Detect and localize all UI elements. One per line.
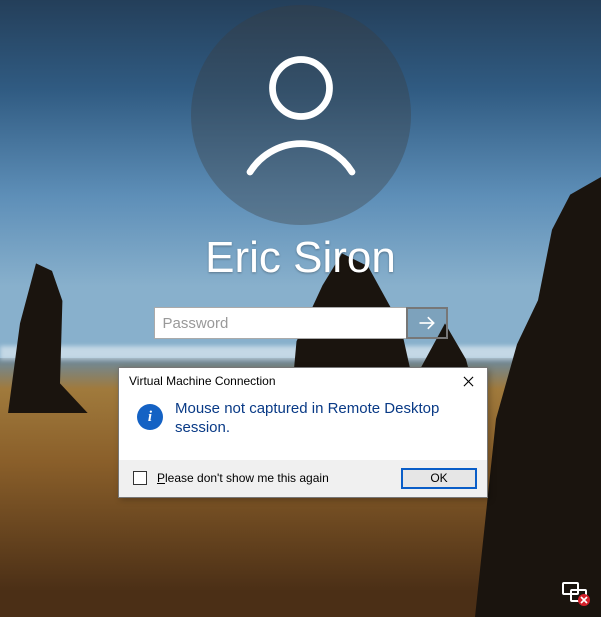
info-icon: i xyxy=(137,404,163,430)
close-icon xyxy=(463,376,474,387)
user-icon xyxy=(226,40,376,190)
password-input[interactable] xyxy=(154,307,406,339)
dont-show-checkbox[interactable] xyxy=(133,471,147,485)
password-row xyxy=(154,307,448,339)
connection-status-icon[interactable] xyxy=(561,581,591,607)
ok-button[interactable]: OK xyxy=(401,468,477,489)
dialog-body: i Mouse not captured in Remote Desktop s… xyxy=(119,394,487,460)
login-panel: Eric Siron xyxy=(0,5,601,339)
close-button[interactable] xyxy=(455,370,481,392)
dialog-title: Virtual Machine Connection xyxy=(129,374,455,388)
user-avatar xyxy=(191,5,411,225)
dialog-titlebar[interactable]: Virtual Machine Connection xyxy=(119,368,487,394)
arrow-right-icon xyxy=(417,313,437,333)
lock-screen: Eric Siron Virtual Machine Connection i xyxy=(0,0,601,617)
username-label: Eric Siron xyxy=(205,233,396,283)
vm-connection-dialog: Virtual Machine Connection i Mouse not c… xyxy=(118,367,488,498)
dont-show-label[interactable]: Please don't show me this again xyxy=(157,471,391,485)
dialog-footer: Please don't show me this again OK xyxy=(119,460,487,497)
dialog-message: Mouse not captured in Remote Desktop ses… xyxy=(175,398,479,438)
submit-button[interactable] xyxy=(406,307,448,339)
